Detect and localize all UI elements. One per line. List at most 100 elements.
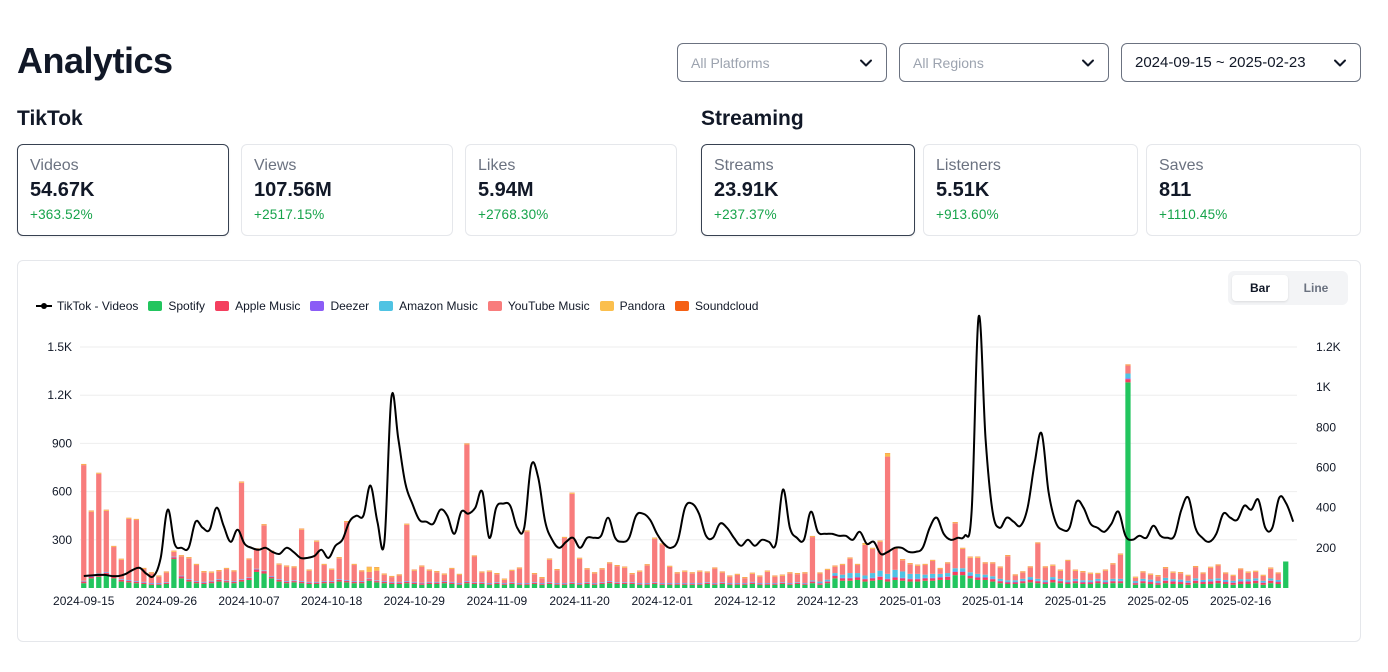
bar-segment-youtube [426, 570, 432, 582]
bar-segment-youtube [456, 574, 463, 584]
bar-segment-spotify [126, 582, 132, 588]
bar-segment-apple [1253, 580, 1259, 584]
bar-segment-amazon [869, 573, 876, 578]
bar-segment-spotify [644, 584, 650, 588]
bar-segment-youtube [1238, 569, 1244, 580]
bar-segment-pandora [1215, 564, 1221, 566]
bar-segment-amazon [1253, 578, 1259, 581]
bar-segment-youtube [314, 541, 320, 582]
bar-segment-youtube [298, 529, 305, 582]
bar-segment-apple [351, 581, 357, 584]
bar-segment-pandora [1087, 573, 1094, 574]
bar-segment-apple [539, 583, 545, 585]
bar-segment-apple [486, 583, 493, 585]
bar-segment-apple [869, 578, 876, 581]
bar-segment-youtube [862, 544, 868, 576]
bar-segment-youtube [88, 511, 94, 576]
bar-segment-pandora [1177, 572, 1184, 574]
bar-segment-spotify [1005, 583, 1011, 588]
bar-segment-youtube [336, 558, 342, 580]
bar-segment-apple [697, 583, 703, 585]
bar-segment-youtube [809, 537, 816, 581]
bar-segment-youtube [246, 559, 252, 578]
bar-segment-apple [719, 583, 725, 584]
bar-segment-spotify [419, 584, 425, 588]
bar-segment-apple [561, 583, 568, 585]
bar-segment-spotify [471, 583, 478, 588]
bar-segment-youtube [794, 574, 801, 583]
bar-segment-spotify [862, 581, 868, 588]
bar-segment-pandora [111, 546, 117, 548]
bar-segment-youtube [922, 565, 928, 575]
bar-segment-apple [118, 579, 124, 582]
bar-segment-pandora [81, 464, 87, 466]
bar-segment-apple [178, 576, 185, 579]
bar-segment-amazon [1050, 577, 1056, 580]
bar-segment-youtube [1275, 573, 1281, 580]
bar-segment-youtube [359, 571, 365, 582]
bar-segment-apple [1162, 580, 1169, 584]
bar-segment-apple [1065, 582, 1071, 584]
bar-segment-pandora [201, 571, 207, 573]
bar-segment-spotify [772, 584, 778, 588]
bar-segment-youtube [689, 573, 695, 584]
bar-segment-spotify [554, 584, 560, 588]
bar-segment-spotify [622, 583, 628, 588]
bar-segment-amazon [1140, 578, 1146, 581]
bar-segment-spotify [1072, 583, 1079, 588]
bar-segment-spotify [584, 583, 590, 588]
bar-segment-apple [599, 583, 605, 584]
bar-segment-apple [253, 569, 260, 572]
bar-segment-spotify [238, 581, 245, 588]
bar-segment-pandora [223, 568, 230, 570]
bar-segment-spotify [599, 583, 605, 588]
bar-segment-apple [892, 577, 898, 580]
bar-segment-apple [637, 583, 643, 585]
bar-segment-apple [306, 582, 312, 584]
bar-segment-amazon [930, 573, 936, 578]
bar-segment-pandora [787, 572, 793, 574]
bar-segment-apple [772, 583, 778, 585]
bar-segment-pandora [193, 564, 200, 566]
bar-segment-spotify [907, 581, 913, 588]
bar-segment-youtube [599, 569, 605, 583]
bar-segment-spotify [1238, 583, 1244, 588]
bar-segment-apple [238, 579, 245, 582]
bar-segment-spotify [1170, 583, 1176, 588]
bar-segment-apple [1140, 581, 1146, 584]
bar-segment-pandora [276, 563, 282, 565]
bar-segment-spotify [1125, 382, 1131, 588]
y-left-tick-label: 300 [52, 533, 72, 547]
bar-segment-youtube [937, 569, 943, 574]
bar-segment-spotify [1102, 583, 1109, 588]
bar-segment-apple [314, 582, 320, 584]
bar-segment-spotify [809, 583, 816, 588]
bar-segment-spotify [832, 578, 838, 588]
bar-segment-youtube [133, 520, 139, 582]
bar-segment-apple [854, 577, 861, 580]
bar-segment-apple [1020, 581, 1026, 584]
bar-segment-pandora [990, 562, 996, 564]
bar-segment-amazon [1147, 579, 1154, 582]
bar-segment-youtube [1072, 570, 1079, 579]
bar-segment-apple [712, 583, 718, 585]
bar-segment-apple [298, 581, 305, 584]
bar-segment-pandora [404, 524, 410, 525]
bar-segment-youtube [193, 565, 200, 582]
bar-segment-apple [614, 583, 620, 584]
bar-segment-apple [1215, 580, 1221, 584]
bar-segment-pandora [1050, 565, 1056, 566]
bar-segment-youtube [531, 574, 538, 583]
bar-segment-apple [1080, 582, 1086, 584]
bar-segment-spotify [111, 578, 117, 588]
bar-segment-spotify [967, 578, 973, 588]
bar-segment-youtube [374, 570, 380, 581]
bar-segment-youtube [967, 557, 973, 573]
bar-segment-apple [997, 581, 1003, 584]
bar-segment-spotify [742, 584, 748, 588]
bar-segment-spotify [148, 584, 154, 588]
bar-segment-apple [952, 571, 958, 576]
bar-segment-spotify [449, 583, 455, 588]
bar-segment-amazon [960, 568, 966, 572]
bar-segment-youtube [779, 575, 786, 583]
